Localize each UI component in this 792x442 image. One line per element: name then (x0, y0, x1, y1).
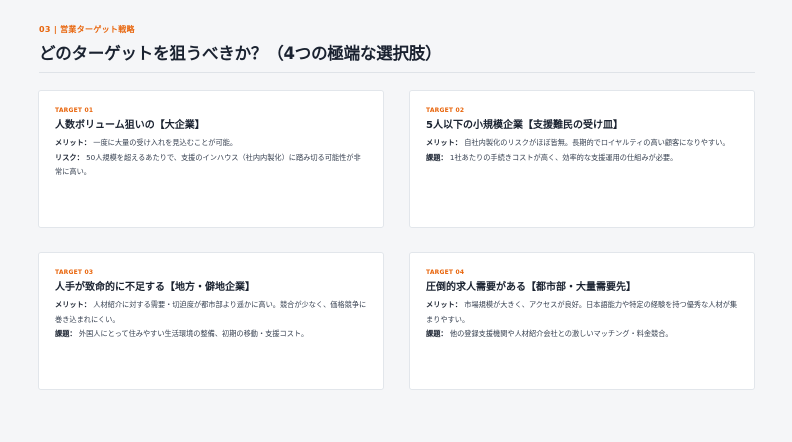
issue-body: 他の登録支援機関や人材紹介会社との激しいマッチング・料金競合。 (449, 329, 673, 339)
section-kicker: 03 | 営業ターゲット戦略 (39, 25, 135, 34)
risk-text: リスク： 50人規模を超えるあたりで、支援のインハウス（社内内製化）に踏み切る可… (55, 151, 367, 180)
issue-body: 1社あたりの手続きコストが高く、効率的な支援運用の仕組みが必要。 (449, 152, 678, 162)
issue-text: 課題： 1社あたりの手続きコストが高く、効率的な支援運用の仕組みが必要。 (426, 151, 738, 166)
merit-label: メリット： (55, 300, 91, 309)
target-tag: TARGET 02 (426, 107, 465, 114)
merit-label: メリット： (55, 138, 91, 147)
merit-text: メリット： 自社内製化のリスクがほぼ皆無。長期的でロイヤルティの高い顧客になりや… (426, 136, 738, 151)
merit-body: 自社内製化のリスクがほぼ皆無。長期的でロイヤルティの高い顧客になりやすい。 (464, 138, 730, 147)
risk-body: 50人規模を超えるあたりで、支援のインハウス（社内内製化）に踏み切る可能性が非常… (55, 152, 361, 177)
merit-body: 一度に大量の受け入れを見込むことが可能。 (93, 138, 238, 147)
issue-text: 課題： 外国人にとって住みやすい生活環境の整備、初期の移動・支援コスト。 (55, 327, 367, 342)
issue-body: 外国人にとって住みやすい生活環境の整備、初期の移動・支援コスト。 (78, 329, 309, 339)
target-tag: TARGET 04 (426, 269, 465, 276)
risk-label: リスク： (55, 152, 84, 162)
target-title: 人数ボリューム狙いの【大企業】 (55, 120, 205, 131)
merit-body: 市場規模が大きく、アクセスが良好。日本語能力や特定の経験を持つ優秀な人材が集まり… (426, 300, 738, 324)
merit-text: メリット： 一度に大量の受け入れを見込むことが可能。 (55, 136, 367, 151)
target-card-4: TARGET 04 圧倒的求人需要がある【都市部・大量需要先】 メリット： 市場… (409, 252, 755, 390)
issue-label: 課題： (426, 152, 448, 162)
merit-body: 人材紹介に対する需要・切迫度が都市部より遥かに高い。競合が少なく、価格競争に巻き… (55, 300, 367, 324)
slide: 03 | 営業ターゲット戦略 どのターゲットを狙うべきか？（4つの極端な選択肢）… (0, 0, 792, 442)
merit-text: メリット： 人材紹介に対する需要・切迫度が都市部より遥かに高い。競合が少なく、価… (55, 298, 367, 327)
page-title: どのターゲットを狙うべきか？（4つの極端な選択肢） (39, 44, 442, 63)
target-card-1: TARGET 01 人数ボリューム狙いの【大企業】 メリット： 一度に大量の受け… (38, 90, 384, 228)
target-tag: TARGET 03 (55, 269, 94, 276)
merit-label: メリット： (426, 300, 462, 309)
merit-label: メリット： (426, 138, 462, 147)
issue-text: 課題： 他の登録支援機関や人材紹介会社との激しいマッチング・料金競合。 (426, 327, 738, 342)
merit-text: メリット： 市場規模が大きく、アクセスが良好。日本語能力や特定の経験を持つ優秀な… (426, 298, 738, 327)
target-title: 5人以下の小規模企業【支援難民の受け皿】 (426, 120, 623, 131)
target-title: 圧倒的求人需要がある【都市部・大量需要先】 (426, 282, 636, 293)
issue-label: 課題： (55, 329, 77, 339)
target-card-2: TARGET 02 5人以下の小規模企業【支援難民の受け皿】 メリット： 自社内… (409, 90, 755, 228)
target-tag: TARGET 01 (55, 107, 94, 114)
target-card-3: TARGET 03 人手が致命的に不足する【地方・僻地企業】 メリット： 人材紹… (38, 252, 384, 390)
title-divider (39, 72, 755, 73)
issue-label: 課題： (426, 329, 448, 339)
target-title: 人手が致命的に不足する【地方・僻地企業】 (55, 282, 255, 293)
